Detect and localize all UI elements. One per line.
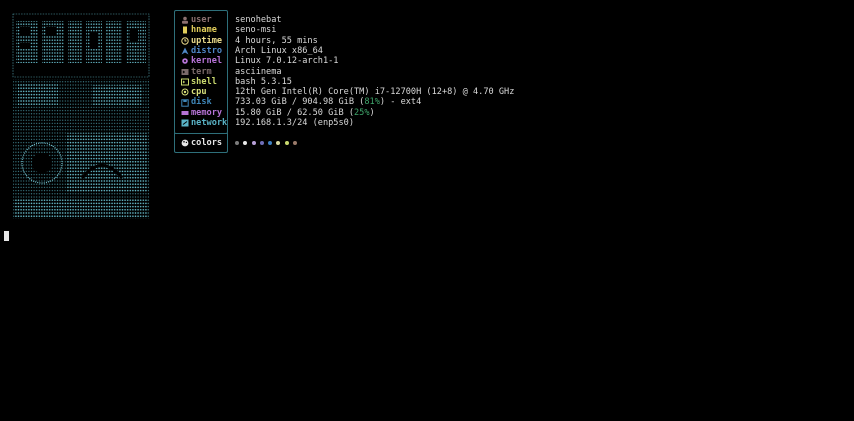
palette-swatch-4 (268, 141, 273, 145)
palette-swatch-6 (284, 141, 289, 145)
field-value-text: 15.80 GiB / 62.50 GiB ( (235, 107, 354, 118)
field-row-user: user (181, 15, 212, 25)
field-value-disk: 733.03 GiB / 904.98 GiB (81%) - ext4 (235, 97, 421, 107)
cpu-icon (181, 88, 189, 96)
field-value-network: 192.168.1.3/24 (enp5s0) (235, 118, 354, 128)
field-value-user: senohebat (235, 15, 282, 25)
network-icon (181, 119, 189, 127)
palette-swatch-2 (251, 141, 256, 145)
field-label-uptime: uptime (191, 35, 223, 46)
field-value-distro: Arch Linux x86_64 (235, 45, 323, 56)
field-label-disk: disk (191, 97, 212, 108)
disk-icon (181, 98, 189, 107)
field-value-shell: bash 5.3.15 (235, 76, 292, 87)
field-row-uptime: uptime (181, 36, 222, 46)
colors-label: colors (191, 138, 223, 148)
field-row-memory: memory (181, 108, 222, 118)
field-row-network: network (181, 118, 227, 128)
field-label-cpu: cpu (191, 87, 207, 98)
ascii-logo (12, 13, 152, 221)
memory-icon (181, 109, 189, 117)
field-label-user: user (191, 15, 212, 25)
field-label-distro: distro (191, 45, 223, 56)
field-label-kernel: kernel (191, 56, 223, 67)
usage-percent: 81% (364, 97, 380, 108)
palette-swatch-0 (235, 141, 239, 145)
ascii-art-graphic (12, 13, 150, 219)
field-label-network: network (191, 118, 228, 128)
user-icon (181, 16, 189, 24)
field-value-text: 733.03 GiB / 904.98 GiB ( (235, 97, 365, 108)
field-value-uptime: 4 hours, 55 mins (235, 35, 318, 46)
field-row-cpu: cpu (181, 87, 207, 97)
field-row-kernel: kernel (181, 56, 222, 66)
field-label-memory: memory (191, 107, 223, 118)
field-label-shell: shell (191, 76, 217, 87)
field-row-hname: hname (181, 25, 217, 35)
field-value-kernel: Linux 7.0.12-arch1-1 (235, 56, 339, 67)
usage-percent: 25% (354, 107, 370, 118)
palette-icon (181, 139, 189, 147)
field-label-hname: hname (191, 25, 217, 36)
terminal-cursor (4, 231, 9, 241)
host-icon (181, 26, 189, 34)
color-palette (235, 141, 301, 145)
terminal-icon (181, 68, 189, 76)
palette-swatch-3 (259, 141, 264, 145)
field-value-suffix: ) - ext4 (379, 97, 422, 108)
field-label-term: term (191, 66, 212, 77)
clock-icon (181, 37, 189, 45)
field-row-distro: distro (181, 46, 222, 56)
field-row-shell: shell (181, 77, 217, 87)
gear-icon (181, 57, 189, 65)
field-value-cpu: 12th Gen Intel(R) Core(TM) i7-12700H (12… (235, 87, 515, 98)
palette-swatch-7 (293, 141, 298, 145)
arch-icon (181, 47, 189, 55)
palette-swatch-5 (276, 141, 281, 145)
field-row-term: term (181, 67, 212, 77)
shell-icon (181, 78, 189, 86)
palette-swatch-1 (243, 141, 248, 145)
colors-row: colors (181, 138, 222, 148)
field-value-memory: 15.80 GiB / 62.50 GiB (25%) (235, 108, 375, 118)
field-value-hname: seno-msi (235, 25, 277, 36)
field-row-disk: disk (181, 97, 212, 107)
field-value-suffix: ) (369, 107, 375, 118)
field-value-term: asciinema (235, 66, 282, 77)
